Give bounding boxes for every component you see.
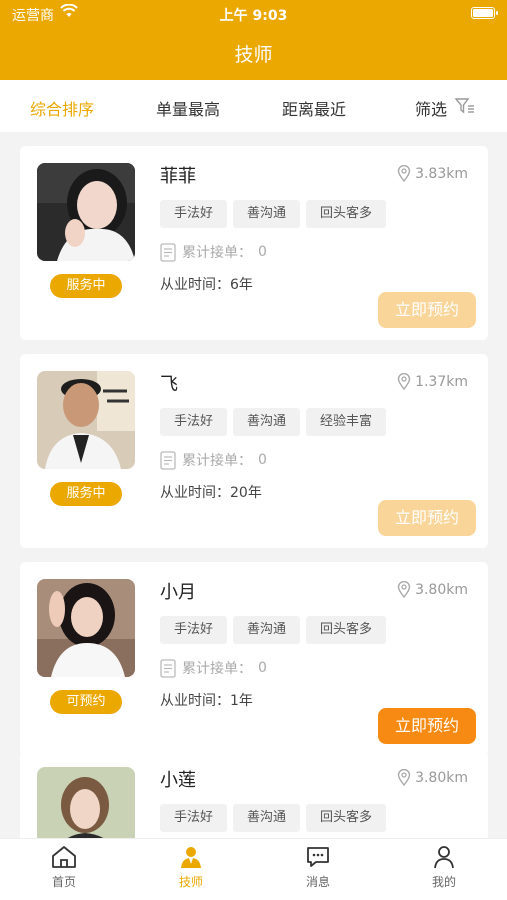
technician-icon [181, 847, 201, 868]
technician-name: 菲菲 [160, 166, 196, 187]
technician-name: 小月 [160, 582, 196, 603]
orders-value: 0 [258, 660, 267, 676]
skill-tag: 手法好 [160, 200, 228, 228]
location-pin-icon [397, 769, 411, 786]
orders-prefix: 累计接单： [182, 661, 252, 677]
tag-list: 手法好 善沟通 回头客多 [160, 616, 387, 644]
app-header: 运营商 上午 9:03 技师 [0, 0, 507, 80]
skill-tag: 善沟通 [233, 200, 301, 228]
tab-mine-label: 我的 [431, 875, 456, 889]
skill-tag: 经验丰富 [306, 408, 387, 436]
status-time: 上午 9:03 [219, 8, 288, 24]
skill-tag: 手法好 [160, 408, 228, 436]
technician-avatar [37, 579, 135, 677]
distance-label: 1.37km [397, 373, 468, 390]
tab-messages-label: 消息 [305, 875, 330, 889]
distance-label: 3.83km [397, 165, 468, 182]
filter-button[interactable]: 筛选 [415, 96, 447, 120]
page-title: 技师 [234, 44, 273, 66]
technician-name: 飞 [160, 374, 178, 395]
book-button[interactable]: 立即预约 [378, 708, 476, 744]
sort-by-distance[interactable]: 距离最近 [282, 96, 346, 120]
tab-technician-label: 技师 [178, 875, 203, 889]
tab-home[interactable]: 首页 [24, 845, 104, 890]
sort-comprehensive[interactable]: 综合排序 [30, 96, 94, 120]
tag-list: 手法好 善沟通 回头客多 [160, 804, 387, 832]
skill-tag: 手法好 [160, 804, 228, 832]
tab-messages[interactable]: 消息 [278, 845, 358, 890]
book-button[interactable]: 立即预约 [378, 500, 476, 536]
order-count: 累计接单： 0 [160, 450, 267, 470]
years-value: 6年 [230, 277, 253, 293]
technician-card[interactable]: 服务中 菲菲 3.83km 手法好 善沟通 回头客多 累计接单： 0 从业时间：6… [20, 146, 488, 340]
technician-name: 小莲 [160, 770, 196, 791]
status-badge: 服务中 [50, 482, 122, 506]
home-icon [52, 846, 76, 868]
tab-technician[interactable]: 技师 [151, 845, 231, 890]
document-icon [160, 242, 176, 262]
years-value: 1年 [230, 693, 253, 709]
years-prefix: 从业时间： [160, 693, 230, 709]
skill-tag: 手法好 [160, 616, 228, 644]
distance-label: 3.80km [397, 769, 468, 786]
distance-label: 3.80km [397, 581, 468, 598]
orders-value: 0 [258, 244, 267, 260]
status-bar: 运营商 上午 9:03 [0, 0, 507, 28]
distance-value: 3.80km [415, 581, 468, 598]
technician-card[interactable]: 服务中 飞 1.37km 手法好 善沟通 经验丰富 累计接单： 0 从业时间：20… [20, 354, 488, 548]
sort-bar: 综合排序 单量最高 距离最近 筛选 [0, 80, 507, 132]
document-icon [160, 658, 176, 678]
distance-value: 3.83km [415, 165, 468, 182]
skill-tag: 回头客多 [306, 804, 387, 832]
orders-prefix: 累计接单： [182, 453, 252, 469]
bottom-tab-bar: 首页 技师 消息 我的 [0, 838, 507, 900]
status-badge: 服务中 [50, 274, 122, 298]
distance-value: 1.37km [415, 373, 468, 390]
location-pin-icon [397, 165, 411, 182]
order-count: 累计接单： 0 [160, 242, 267, 262]
filter-icon[interactable] [455, 97, 475, 115]
orders-prefix: 累计接单： [182, 245, 252, 261]
technician-card[interactable]: 可预约 小月 3.80km 手法好 善沟通 回头客多 累计接单： 0 从业时间：1… [20, 562, 488, 756]
skill-tag: 善沟通 [233, 408, 301, 436]
skill-tag: 回头客多 [306, 200, 387, 228]
skill-tag: 善沟通 [233, 616, 301, 644]
technician-avatar [37, 767, 135, 838]
skill-tag: 回头客多 [306, 616, 387, 644]
skill-tag: 善沟通 [233, 804, 301, 832]
user-icon [434, 846, 454, 869]
years-experience: 从业时间：1年 [160, 690, 253, 710]
distance-value: 3.80km [415, 769, 468, 786]
years-prefix: 从业时间： [160, 485, 230, 501]
years-prefix: 从业时间： [160, 277, 230, 293]
document-icon [160, 450, 176, 470]
location-pin-icon [397, 581, 411, 598]
orders-value: 0 [258, 452, 267, 468]
location-pin-icon [397, 373, 411, 390]
battery-icon [471, 7, 498, 19]
order-count: 累计接单： 0 [160, 658, 267, 678]
tab-home-label: 首页 [51, 875, 76, 889]
years-experience: 从业时间：6年 [160, 274, 253, 294]
tab-mine[interactable]: 我的 [404, 845, 484, 890]
technician-card[interactable]: 小莲 3.80km 手法好 善沟通 回头客多 [20, 750, 488, 838]
technician-avatar [37, 163, 135, 261]
technician-avatar [37, 371, 135, 469]
tag-list: 手法好 善沟通 回头客多 [160, 200, 387, 228]
status-badge: 可预约 [50, 690, 122, 714]
years-experience: 从业时间：20年 [160, 482, 262, 502]
message-icon [307, 847, 329, 867]
years-value: 20年 [230, 485, 262, 501]
sort-by-volume[interactable]: 单量最高 [156, 96, 220, 120]
tag-list: 手法好 善沟通 经验丰富 [160, 408, 387, 436]
book-button[interactable]: 立即预约 [378, 292, 476, 328]
